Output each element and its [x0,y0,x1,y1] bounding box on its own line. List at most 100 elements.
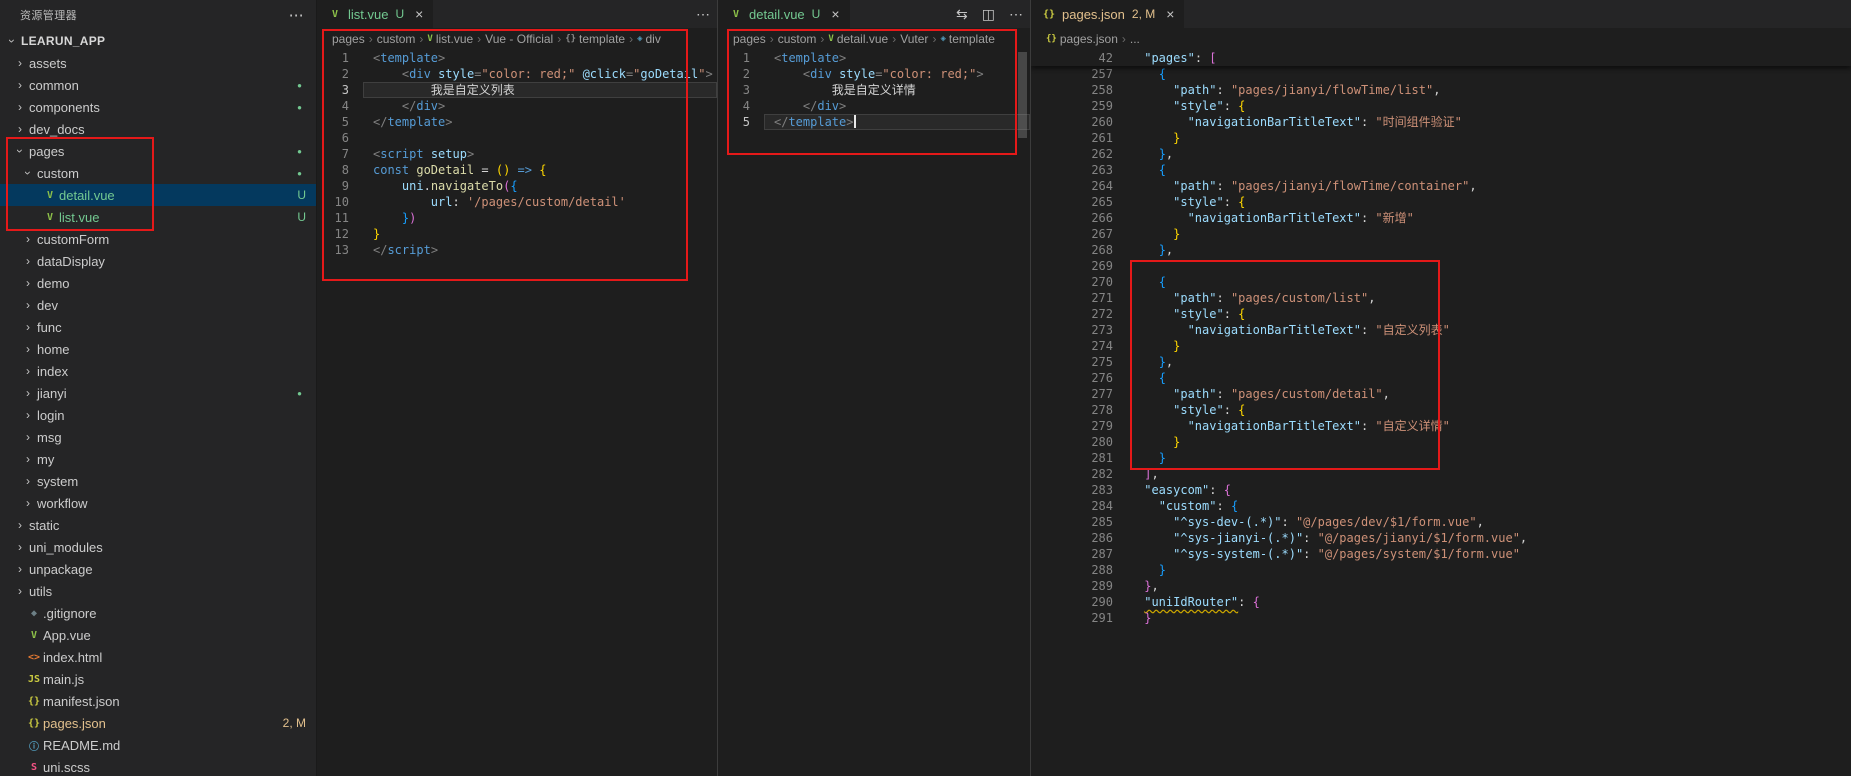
tree-item-msg[interactable]: ›msg [0,426,316,448]
code-line[interactable]: 10 url: '/pages/custom/detail' [317,194,717,210]
code-line[interactable]: 280 } [1031,434,1851,450]
code-line[interactable]: 11 }) [317,210,717,226]
tree-item-my[interactable]: ›my [0,448,316,470]
code-line[interactable]: 285 "^sys-dev-(.*)": "@/pages/dev/$1/for… [1031,514,1851,530]
code-line[interactable]: 9 uni.navigateTo({ [317,178,717,194]
code-line[interactable]: 272 "style": { [1031,306,1851,322]
code-line[interactable]: 275 }, [1031,354,1851,370]
code-line[interactable]: 273 "navigationBarTitleText": "自定义列表" [1031,322,1851,338]
tree-item-app-vue[interactable]: VApp.vue [0,624,316,646]
tree-item-common[interactable]: ›common● [0,74,316,96]
tree-item-custom[interactable]: ›custom● [0,162,316,184]
code-line[interactable]: 2 <div style="color: red;"> [718,66,1030,82]
code-line[interactable]: 1<template> [718,50,1030,66]
code-line[interactable]: 8const goDetail = () => { [317,162,717,178]
code-line[interactable]: 1<template> [317,50,717,66]
code-line[interactable]: 270 { [1031,274,1851,290]
code-line[interactable]: 289 }, [1031,578,1851,594]
compare-icon[interactable]: ⇆ [949,0,975,28]
close-icon[interactable]: × [415,6,423,22]
code-line[interactable]: 267 } [1031,226,1851,242]
tree-item-uni-modules[interactable]: ›uni_modules [0,536,316,558]
breadcrumb-item-custom[interactable]: custom [778,32,817,46]
code-line[interactable]: 260 "navigationBarTitleText": "时间组件验证" [1031,114,1851,130]
code-editor[interactable]: 1<template>2 <div style="color: red;">3 … [718,50,1030,776]
code-line[interactable]: 271 "path": "pages/custom/list", [1031,290,1851,306]
code-line[interactable]: 262 }, [1031,146,1851,162]
code-line[interactable]: 258 "path": "pages/jianyi/flowTime/list"… [1031,82,1851,98]
tree-item-system[interactable]: ›system [0,470,316,492]
tree-item-customform[interactable]: ›customForm [0,228,316,250]
code-line[interactable]: 6 [317,130,717,146]
tab-pages-json[interactable]: {}pages.json2, M× [1031,0,1184,28]
code-line[interactable]: 12} [317,226,717,242]
code-line[interactable]: 284 "custom": { [1031,498,1851,514]
code-line[interactable]: 261 } [1031,130,1851,146]
tree-item-detail-vue[interactable]: Vdetail.vueU [0,184,316,206]
tree-item-gitignore[interactable]: ◆.gitignore [0,602,316,624]
code-line[interactable]: 266 "navigationBarTitleText": "新增" [1031,210,1851,226]
tree-item-assets[interactable]: ›assets [0,52,316,74]
tree-item-list-vue[interactable]: Vlist.vueU [0,206,316,228]
tree-item-jianyi[interactable]: ›jianyi● [0,382,316,404]
code-line[interactable]: 274 } [1031,338,1851,354]
breadcrumb-item-detail-vue[interactable]: detail.vue [837,32,888,46]
tree-item-static[interactable]: ›static [0,514,316,536]
code-line[interactable]: 265 "style": { [1031,194,1851,210]
tree-item-workflow[interactable]: ›workflow [0,492,316,514]
code-line[interactable]: 3 我是自定义详情 [718,82,1030,98]
tree-item-utils[interactable]: ›utils [0,580,316,602]
code-line[interactable]: 5</template> [718,114,1030,130]
tree-item-readme-md[interactable]: ⓘREADME.md [0,734,316,756]
sticky-scroll-line[interactable]: 42 "pages": [ [1031,50,1851,66]
tab-list-vue[interactable]: Vlist.vueU× [317,0,433,28]
tree-item-pages[interactable]: ›pages● [0,140,316,162]
tree-item-manifest-json[interactable]: {}manifest.json [0,690,316,712]
breadcrumb-item-pages[interactable]: pages [733,32,766,46]
breadcrumb-item-pages[interactable]: pages [332,32,365,46]
breadcrumb-item-div[interactable]: div [646,32,661,46]
tree-item-dev-docs[interactable]: ›dev_docs [0,118,316,140]
breadcrumb-item-template[interactable]: template [579,32,625,46]
breadcrumb-item-vuter[interactable]: Vuter [900,32,928,46]
code-editor[interactable]: 42 "pages": [257 {258 "path": "pages/jia… [1031,50,1851,776]
code-editor[interactable]: 1<template>2 <div style="color: red;" @c… [317,50,717,776]
code-line[interactable]: 287 "^sys-system-(.*)": "@/pages/system/… [1031,546,1851,562]
breadcrumb-item-pages-json[interactable]: pages.json [1060,32,1118,46]
tree-item-index-html[interactable]: <>index.html [0,646,316,668]
code-line[interactable]: 277 "path": "pages/custom/detail", [1031,386,1851,402]
tree-item-home[interactable]: ›home [0,338,316,360]
close-icon[interactable]: × [831,6,839,22]
tree-item-root[interactable]: ›LEARUN_APP [0,30,316,52]
code-line[interactable]: 269 [1031,258,1851,274]
breadcrumb-item-custom[interactable]: custom [377,32,416,46]
tree-item-uni-scss[interactable]: Suni.scss [0,756,316,776]
code-line[interactable]: 282 ], [1031,466,1851,482]
breadcrumb-item-[interactable]: ... [1130,32,1140,46]
code-line[interactable]: 3 我是自定义列表 [317,82,717,98]
breadcrumb-item-list-vue[interactable]: list.vue [436,32,473,46]
code-line[interactable]: 268 }, [1031,242,1851,258]
more-icon[interactable]: ⋯ [689,0,717,28]
more-actions-icon[interactable]: ⋯ [289,6,304,24]
code-line[interactable]: 278 "style": { [1031,402,1851,418]
tab-detail-vue[interactable]: Vdetail.vueU× [718,0,850,28]
code-line[interactable]: 4 </div> [317,98,717,114]
breadcrumb-item-template[interactable]: template [949,32,995,46]
code-line[interactable]: 286 "^sys-jianyi-(.*)": "@/pages/jianyi/… [1031,530,1851,546]
code-line[interactable]: 257 { [1031,66,1851,82]
tree-item-func[interactable]: ›func [0,316,316,338]
code-line[interactable]: 290 "uniIdRouter": { [1031,594,1851,610]
code-line[interactable]: 288 } [1031,562,1851,578]
split-icon[interactable]: ◫ [975,0,1002,28]
code-line[interactable]: 4 </div> [718,98,1030,114]
code-line[interactable]: 291 } [1031,610,1851,626]
code-line[interactable]: 276 { [1031,370,1851,386]
tree-item-main-js[interactable]: JSmain.js [0,668,316,690]
breadcrumb-item-vue-official[interactable]: Vue - Official [485,32,553,46]
code-line[interactable]: 13</script> [317,242,717,258]
code-line[interactable]: 5</template> [317,114,717,130]
code-line[interactable]: 264 "path": "pages/jianyi/flowTime/conta… [1031,178,1851,194]
tree-item-dev[interactable]: ›dev [0,294,316,316]
code-line[interactable]: 259 "style": { [1031,98,1851,114]
